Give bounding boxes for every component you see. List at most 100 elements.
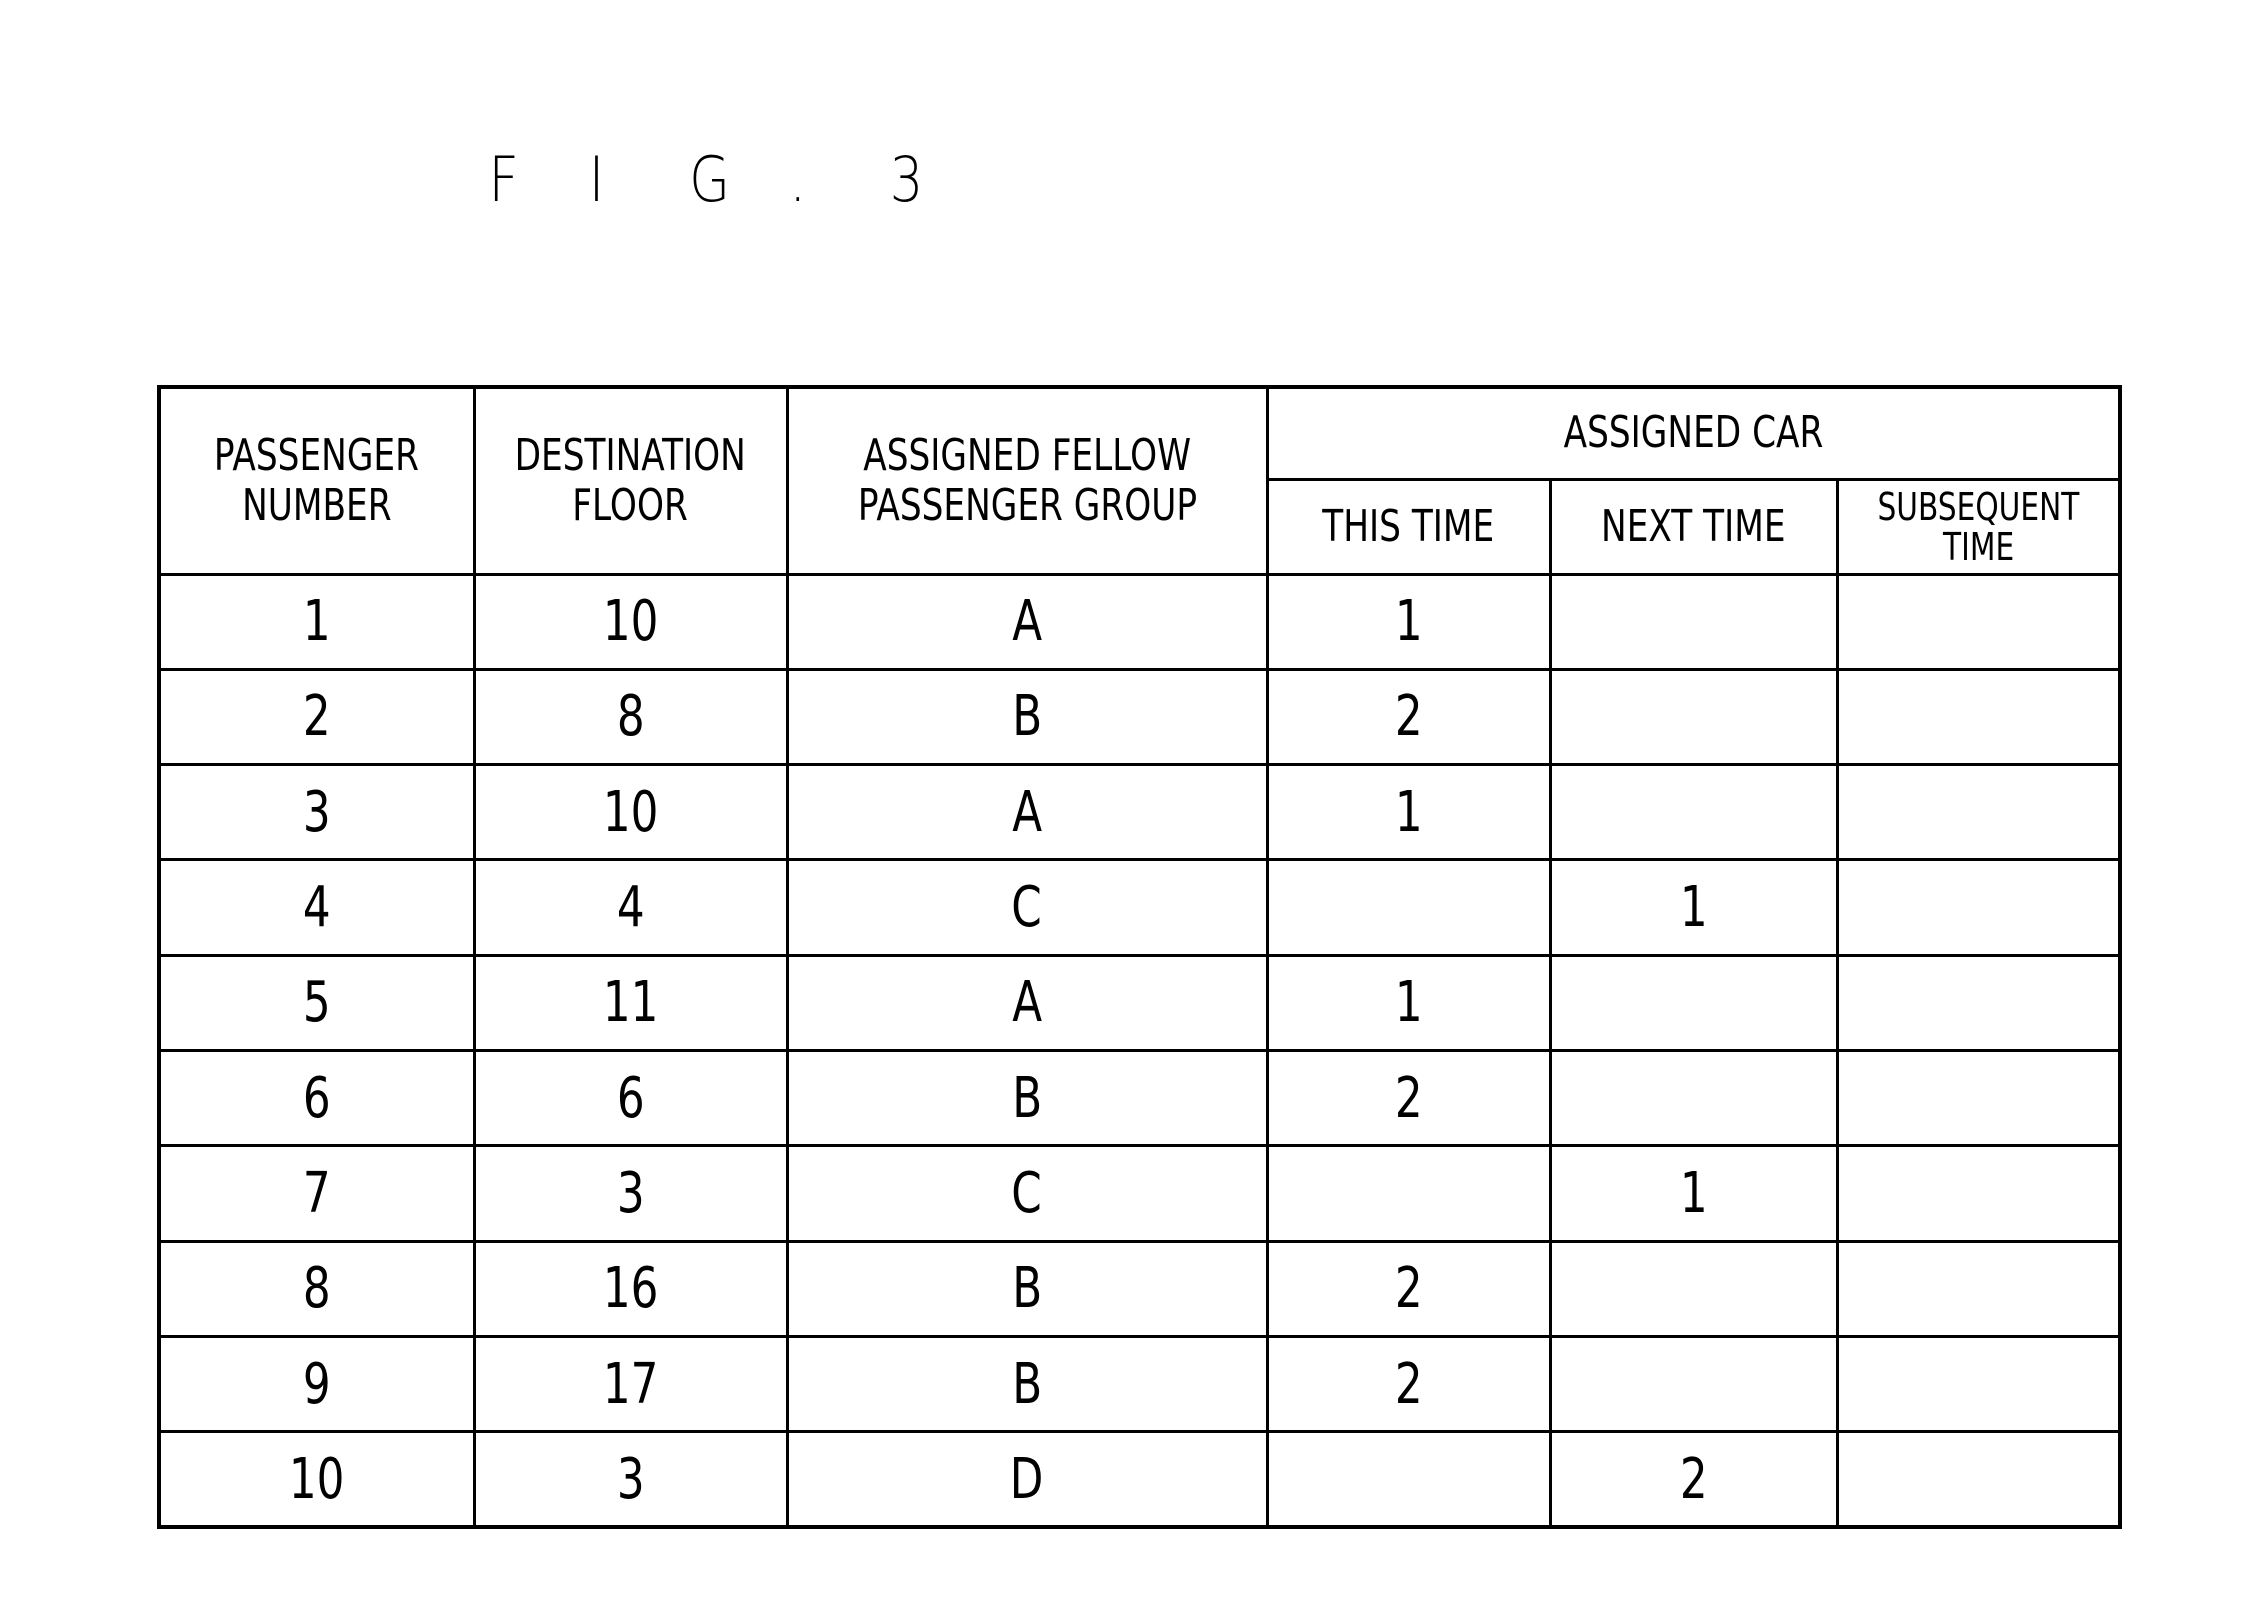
cell-passenger-number: 10 [157,1430,476,1529]
table-row: 3 10 A 1 [157,763,2122,862]
cell-passenger-number: 8 [157,1239,476,1338]
cell-value: 6 [616,1065,645,1131]
cell-value: B [1012,684,1042,750]
cell-passenger-number: 4 [157,858,476,957]
cell-value: 10 [602,779,659,845]
figure-title-char: . [789,143,807,216]
cell-value: B [1012,1065,1042,1131]
cell-assigned-group: D [785,1430,1269,1529]
cell-next-time: 2 [1548,1430,1839,1529]
cell-value: 5 [302,970,331,1036]
cell-destination-floor: 17 [472,1334,789,1434]
cell-value: 2 [1394,1351,1423,1417]
cell-value: 1 [302,589,331,655]
cell-passenger-number: 3 [157,763,476,862]
cell-destination-floor: 16 [472,1239,789,1338]
cell-next-time [1548,667,1839,767]
header-next-time: NEXT TIME [1548,477,1839,576]
table-row: 4 4 C 1 [157,858,2122,957]
cell-destination-floor: 3 [472,1144,789,1243]
cell-value: 2 [1394,1065,1423,1131]
header-line: NEXT TIME [1601,500,1786,552]
cell-assigned-group: C [785,1144,1269,1243]
figure-title-char: F [488,143,519,216]
cell-this-time: 1 [1265,572,1552,671]
cell-destination-floor: 3 [472,1430,789,1529]
cell-value: B [1012,1351,1042,1417]
cell-next-time [1548,953,1839,1052]
cell-assigned-group: A [785,953,1269,1052]
cell-value: 8 [616,684,645,750]
cell-this-time: 1 [1265,763,1552,862]
header-this-time: THIS TIME [1265,477,1552,576]
cell-assigned-group: A [785,763,1269,862]
cell-value: 17 [602,1351,659,1417]
table-row: 2 8 B 2 [157,667,2122,767]
cell-value: 11 [602,970,659,1036]
cell-assigned-group: A [785,572,1269,671]
header-assigned-car: ASSIGNED CAR [1265,385,2122,481]
cell-assigned-group: B [785,1048,1269,1148]
cell-next-time: 1 [1548,858,1839,957]
cell-destination-floor: 10 [472,572,789,671]
cell-this-time: 1 [1265,953,1552,1052]
cell-value: 2 [1394,684,1423,750]
cell-subsequent-time [1835,1334,2122,1434]
cell-destination-floor: 8 [472,667,789,767]
cell-assigned-group: B [785,1334,1269,1434]
cell-destination-floor: 11 [472,953,789,1052]
cell-value: A [1012,589,1042,655]
cell-value: 4 [616,875,645,941]
table-row: 7 3 C 1 [157,1144,2122,1243]
header-row-top: PASSENGER NUMBER DESTINATION FLOOR ASSIG… [157,385,2122,576]
cell-passenger-number: 7 [157,1144,476,1243]
cell-assigned-group: B [785,667,1269,767]
table-row: 10 3 D 2 [157,1430,2122,1529]
cell-next-time [1548,1334,1839,1434]
cell-assigned-group: C [785,858,1269,957]
cell-value: C [1011,1160,1043,1226]
cell-subsequent-time [1835,953,2122,1052]
cell-subsequent-time [1835,1048,2122,1148]
cell-value: 4 [302,875,331,941]
cell-value: 1 [1394,779,1423,845]
cell-value: 10 [288,1446,345,1512]
table-row: 9 17 B 2 [157,1334,2122,1434]
cell-destination-floor: 10 [472,763,789,862]
cell-value: 1 [1394,970,1423,1036]
cell-value: 2 [1394,1256,1423,1322]
header-line: THIS TIME [1322,500,1495,552]
cell-value: A [1012,779,1042,845]
cell-assigned-group: B [785,1239,1269,1338]
cell-subsequent-time [1835,858,2122,957]
table-row: 6 6 B 2 [157,1048,2122,1148]
cell-passenger-number: 1 [157,572,476,671]
cell-subsequent-time [1835,763,2122,862]
cell-value: 1 [1394,589,1423,655]
cell-value: D [1010,1446,1044,1512]
cell-destination-floor: 4 [472,858,789,957]
cell-next-time: 1 [1548,1144,1839,1243]
header-line: SUBSEQUENT [1877,484,2080,529]
cell-value: 2 [1679,1446,1708,1512]
header-line: ASSIGNED FELLOW [863,429,1191,481]
cell-passenger-number: 2 [157,667,476,767]
figure-title: FI G. 3 [455,70,990,216]
cell-value: C [1011,875,1043,941]
cell-this-time [1265,858,1552,957]
header-destination-floor: DESTINATION FLOOR [472,385,789,576]
cell-next-time [1548,572,1839,671]
header-line: FLOOR [572,479,689,531]
cell-value: 8 [302,1256,331,1322]
cell-value: 1 [1679,1160,1708,1226]
cell-next-time [1548,763,1839,862]
table-row: 1 10 A 1 [157,572,2122,671]
figure-title-char: I [588,143,605,216]
cell-value: 3 [616,1446,645,1512]
cell-passenger-number: 6 [157,1048,476,1148]
cell-value: 3 [616,1160,645,1226]
figure-title-char: 3 [889,143,924,216]
cell-value: 6 [302,1065,331,1131]
cell-next-time [1548,1239,1839,1338]
cell-value: 7 [302,1160,331,1226]
